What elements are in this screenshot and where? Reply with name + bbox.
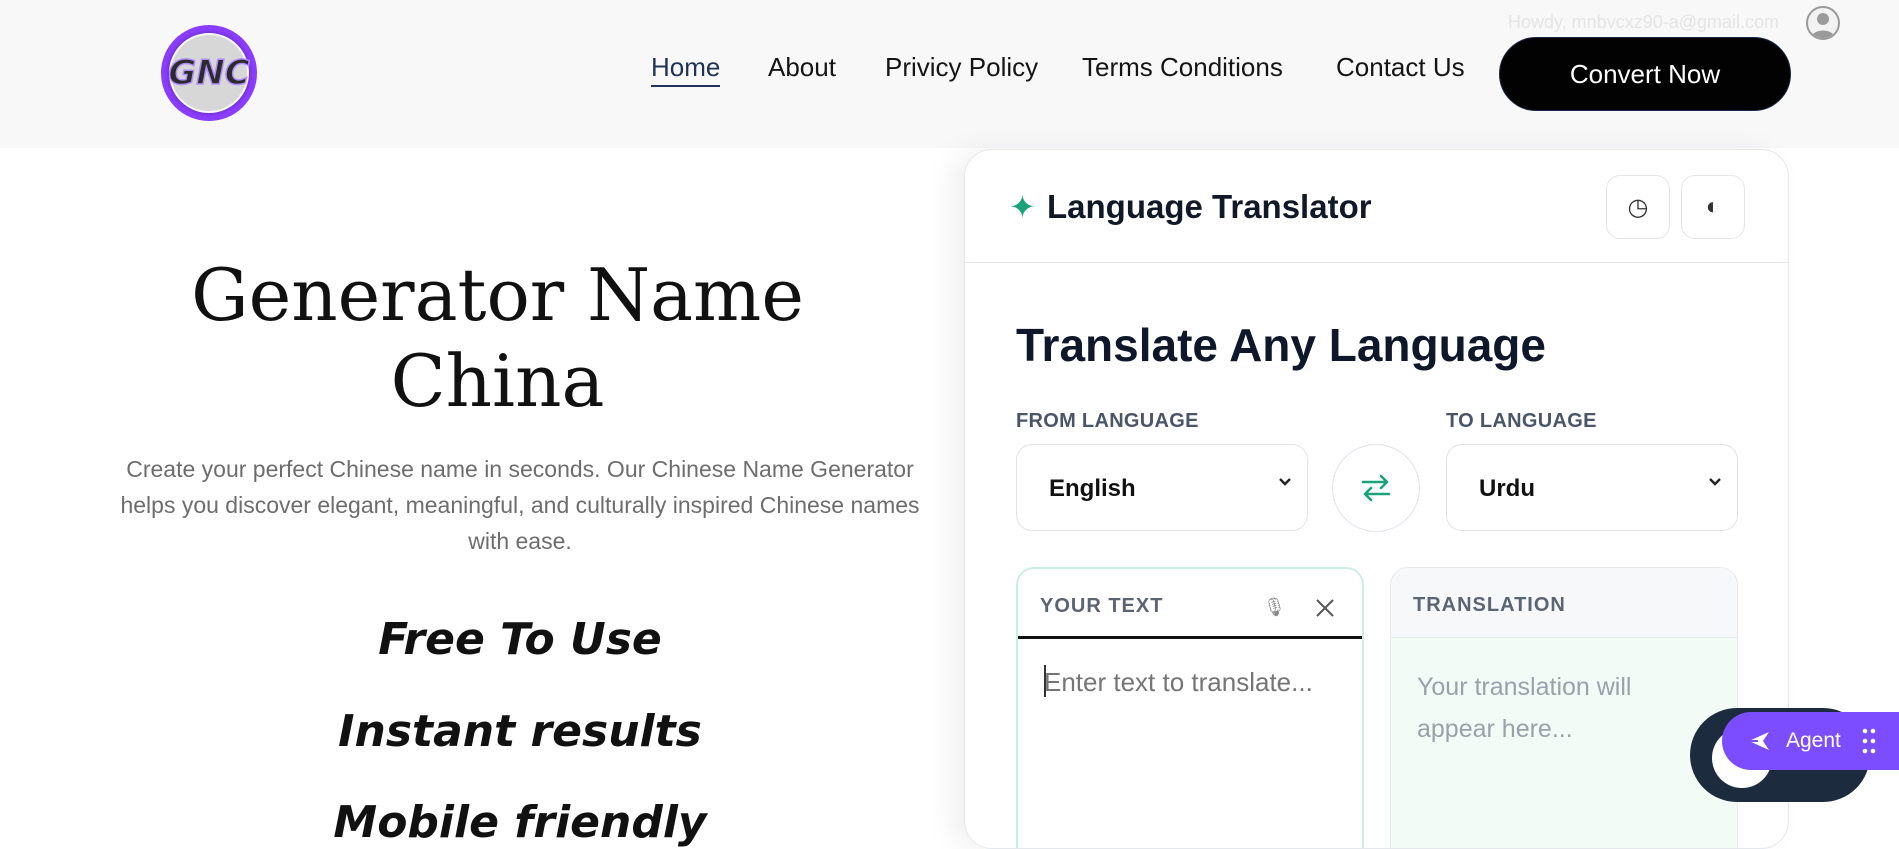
agent-label: Agent bbox=[1786, 729, 1841, 752]
source-pane-header: YOUR TEXT 🎙 bbox=[1018, 569, 1362, 639]
translator-title: Language Translator bbox=[1047, 188, 1372, 225]
translator-heading: Translate Any Language bbox=[1016, 319, 1546, 371]
to-language-label: TO LANGUAGE bbox=[1446, 410, 1597, 432]
swap-languages-button[interactable] bbox=[1332, 444, 1420, 532]
theme-toggle-button[interactable]: ◐ bbox=[1681, 175, 1745, 239]
hero-description: Create your perfect Chinese name in seco… bbox=[120, 456, 920, 554]
chevron-down-icon bbox=[1279, 478, 1291, 486]
from-language-select[interactable]: English bbox=[1016, 444, 1308, 531]
svg-text:GNC: GNC bbox=[168, 53, 249, 93]
swap-icon bbox=[1361, 474, 1391, 502]
feature-free: Free To Use bbox=[378, 614, 662, 665]
convert-now-button[interactable]: Convert Now bbox=[1499, 37, 1791, 111]
source-text-input[interactable] bbox=[1044, 667, 1344, 698]
user-icon bbox=[1811, 13, 1835, 38]
translation-output: Your translation will appear here... bbox=[1417, 673, 1632, 743]
from-language-value: English bbox=[1049, 475, 1136, 502]
your-text-label: YOUR TEXT bbox=[1040, 595, 1164, 617]
sparkle-icon: ✦ bbox=[1009, 189, 1036, 225]
feature-mobile: Mobile friendly bbox=[333, 797, 707, 848]
translation-pane-header: TRANSLATION bbox=[1391, 568, 1737, 638]
chevron-down-icon bbox=[1709, 478, 1721, 486]
drag-handle-icon[interactable] bbox=[1861, 727, 1877, 755]
page-title: Generator Name China bbox=[191, 253, 804, 423]
translator-header: ✦ Language Translator ◷ ◐ bbox=[965, 150, 1788, 263]
nav-about[interactable]: About bbox=[768, 52, 836, 83]
contrast-icon: ◐ bbox=[1705, 193, 1721, 220]
nav-privacy-policy[interactable]: Privicy Policy bbox=[885, 52, 1038, 83]
to-language-select[interactable]: Urdu bbox=[1446, 444, 1738, 531]
source-text-pane: YOUR TEXT 🎙 bbox=[1016, 567, 1364, 848]
agent-button[interactable]: Agent bbox=[1722, 712, 1899, 770]
to-language-value: Urdu bbox=[1479, 475, 1535, 502]
microphone-icon[interactable]: 🎙 bbox=[1263, 597, 1286, 618]
translation-pane: TRANSLATION Your translation will appear… bbox=[1390, 567, 1738, 848]
avatar[interactable] bbox=[1806, 6, 1840, 40]
site-logo[interactable]: GNC bbox=[157, 24, 261, 122]
nav-contact-us[interactable]: Contact Us bbox=[1336, 52, 1465, 83]
from-language-label: FROM LANGUAGE bbox=[1016, 410, 1199, 432]
nav-home[interactable]: Home bbox=[651, 52, 721, 87]
close-icon[interactable] bbox=[1314, 597, 1336, 619]
translation-label: TRANSLATION bbox=[1413, 594, 1566, 616]
history-button[interactable]: ◷ bbox=[1606, 175, 1670, 239]
history-icon: ◷ bbox=[1627, 193, 1649, 221]
feature-instant: Instant results bbox=[338, 706, 702, 757]
site-header: GNC Home About Privicy Policy Terms Cond… bbox=[0, 0, 1899, 148]
nav-terms-conditions[interactable]: Terms Conditions bbox=[1082, 52, 1283, 83]
agent-icon bbox=[1748, 732, 1769, 750]
user-greeting[interactable]: Howdy, mnbvcxz90-a@gmail.com bbox=[1508, 12, 1779, 33]
translator-card: ✦ Language Translator ◷ ◐ Translate Any … bbox=[964, 149, 1789, 849]
